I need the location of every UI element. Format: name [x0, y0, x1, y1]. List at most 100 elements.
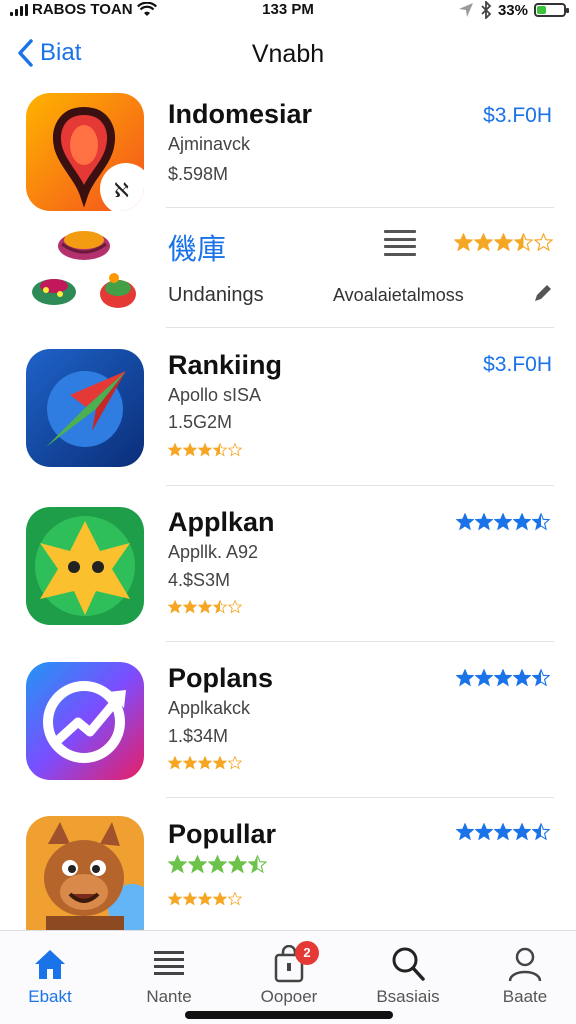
tab-profile[interactable]: Baate [470, 945, 576, 1007]
star-icon [183, 443, 197, 457]
tab-label: Baate [502, 987, 548, 1006]
star-icon [456, 669, 474, 687]
tab-label: Nante [146, 987, 192, 1006]
tab-list[interactable]: Nante [114, 945, 224, 1007]
star-icon [213, 756, 227, 770]
star-icon [494, 669, 512, 687]
star-icon [513, 669, 531, 687]
battery-icon [534, 3, 569, 17]
pencil-icon[interactable] [532, 282, 554, 304]
paper-plane-icon [26, 349, 144, 467]
star-icon [198, 600, 212, 614]
app-name: Indomesiar [168, 99, 313, 129]
rating-stars [454, 233, 553, 252]
star-icon [475, 669, 493, 687]
star-icon [168, 855, 187, 874]
tab-label: Ebakt [28, 987, 72, 1006]
trending-arrow-icon [26, 662, 144, 780]
status-right: 33% [458, 1, 569, 19]
status-bar: RABOS TOAN 133 PM 33% [0, 0, 576, 22]
person-icon [508, 947, 542, 982]
star-icon [183, 600, 197, 614]
star-icon [168, 756, 182, 770]
food-illustration-icon [26, 216, 144, 334]
list-icon[interactable] [384, 230, 416, 256]
star-icon [456, 513, 474, 531]
rating-stars [456, 669, 550, 687]
availability-label: Avoalaietalmoss [333, 285, 464, 305]
divider [166, 485, 554, 486]
app-developer: Ajminavck [168, 134, 251, 154]
star-icon [474, 233, 493, 252]
star-icon [228, 756, 242, 770]
star-icon [494, 233, 513, 252]
star-icon [248, 855, 267, 874]
star-icon [534, 233, 553, 252]
app-name: Applkan [168, 507, 275, 537]
list-item[interactable]: Popullar [0, 0, 576, 930]
price-button[interactable]: $3.F0H [483, 104, 552, 128]
app-size: 1.5G2M [168, 412, 233, 432]
notification-badge: 2 [295, 941, 319, 965]
star-icon [213, 443, 227, 457]
app-size: 1.$34M [168, 726, 229, 746]
star-icon [228, 855, 247, 874]
page-title: Vnabh [251, 40, 325, 68]
tab-bag[interactable]: 2 Oopoer [234, 941, 344, 1007]
tab-home[interactable]: Ebakt [0, 945, 105, 1007]
location-icon [458, 3, 473, 17]
home-icon [35, 950, 65, 979]
rating-stars [168, 600, 242, 614]
svg-text:ℵ: ℵ [114, 178, 129, 202]
star-icon [228, 600, 242, 614]
section-title: 僟庫 [168, 234, 227, 266]
star-icon [228, 892, 242, 906]
star-icon [213, 892, 227, 906]
rating-stars [168, 892, 242, 906]
battery-percent: 33% [497, 1, 528, 19]
divider [166, 207, 554, 208]
star-icon [168, 443, 182, 457]
app-developer: Applkakck [168, 698, 251, 718]
divider [166, 641, 554, 642]
app-size: 4.$S3M [168, 570, 231, 590]
star-icon [514, 233, 533, 252]
rating-stars [168, 855, 267, 874]
star-icon [228, 443, 242, 457]
divider [166, 797, 554, 798]
star-icon [532, 823, 550, 841]
star-icon [213, 600, 227, 614]
rating-stars [456, 513, 550, 531]
price-button[interactable]: $3.F0H [483, 353, 552, 377]
app-name: Poplans [168, 663, 274, 693]
star-icon [183, 892, 197, 906]
star-icon [513, 823, 531, 841]
star-icon [475, 823, 493, 841]
app-name: Rankiing [168, 350, 283, 380]
star-icon [183, 756, 197, 770]
app-developer: Appllk. A92 [168, 542, 259, 562]
tab-label: Oopoer [260, 987, 318, 1006]
star-icon [513, 513, 531, 531]
divider [166, 327, 554, 328]
star-icon [532, 669, 550, 687]
star-icon [208, 855, 227, 874]
search-icon [392, 947, 425, 981]
star-icon [494, 513, 512, 531]
app-name: Popullar [168, 819, 277, 849]
list-icon [154, 951, 184, 975]
star-icon [168, 600, 182, 614]
star-creature-icon [26, 507, 144, 625]
tab-search[interactable]: Bsasiais [353, 945, 463, 1007]
navigation-bar: Biat Vnabh [0, 28, 576, 84]
star-icon [475, 513, 493, 531]
bluetooth-icon [481, 1, 492, 19]
star-icon [198, 756, 212, 770]
home-indicator[interactable] [185, 1011, 393, 1019]
rating-stars [456, 823, 550, 841]
category-label: Undanings [168, 284, 264, 306]
app-size: $.598M [168, 164, 229, 184]
rating-stars [168, 756, 242, 770]
star-icon [456, 823, 474, 841]
star-icon [188, 855, 207, 874]
